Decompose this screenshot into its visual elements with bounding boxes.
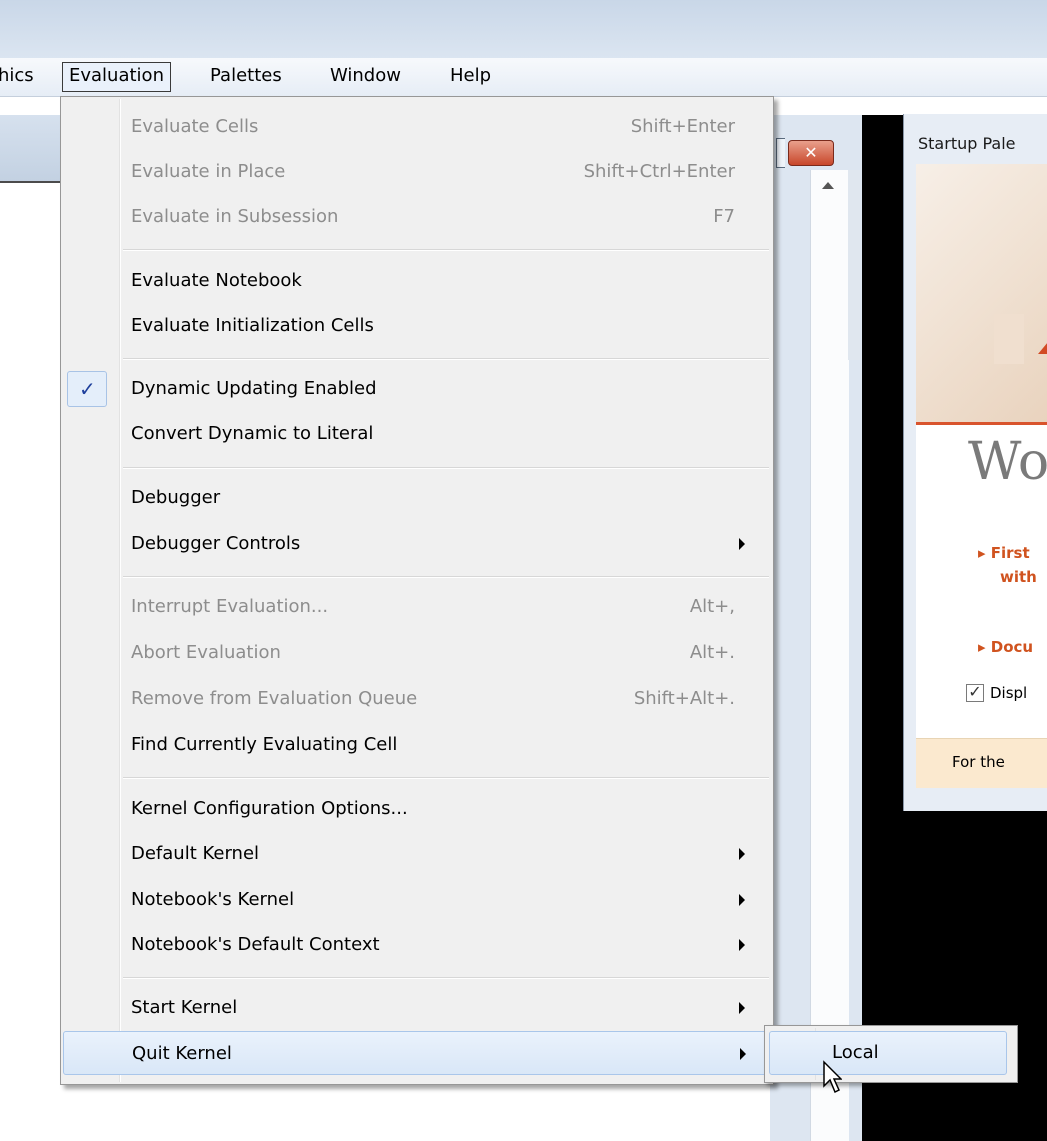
menu-item-label: Notebook's Kernel bbox=[131, 889, 295, 910]
menu-item-shortcut: Shift+Enter bbox=[630, 116, 735, 137]
menu-separator bbox=[123, 576, 769, 577]
menu-item-evaluate-in-subsession[interactable]: Evaluate in Subsession F7 bbox=[63, 195, 771, 239]
menu-item-shortcut: F7 bbox=[713, 206, 735, 227]
menu-item-find-currently-evaluating-cell[interactable]: Find Currently Evaluating Cell bbox=[63, 723, 771, 767]
menubar: hics Evaluation Palettes Window Help bbox=[0, 58, 1047, 97]
close-button[interactable]: ✕ bbox=[788, 140, 834, 166]
submenu-arrow-icon bbox=[739, 848, 745, 860]
menu-item-label: Start Kernel bbox=[131, 997, 238, 1018]
menu-item-label: Debugger bbox=[131, 487, 221, 508]
menu-item-dynamic-updating-enabled[interactable]: ✓ Dynamic Updating Enabled bbox=[63, 367, 771, 411]
palette-banner-image bbox=[916, 164, 1047, 425]
submenu-arrow-icon bbox=[739, 939, 745, 951]
menu-item-label: Abort Evaluation bbox=[131, 642, 281, 663]
menu-separator bbox=[123, 249, 769, 250]
menu-separator bbox=[123, 358, 769, 359]
menu-help[interactable]: Help bbox=[444, 62, 497, 90]
menu-separator bbox=[123, 467, 769, 468]
palette-title: Startup Pale bbox=[918, 134, 1016, 153]
palette-footer-text: For the bbox=[952, 753, 1005, 771]
menu-separator bbox=[123, 777, 769, 778]
menu-separator bbox=[123, 977, 769, 978]
quit-kernel-submenu: Local bbox=[764, 1025, 1018, 1083]
menu-window[interactable]: Window bbox=[324, 62, 407, 90]
submenu-item-local[interactable]: Local bbox=[769, 1031, 1007, 1075]
menu-item-shortcut: Shift+Ctrl+Enter bbox=[583, 161, 735, 182]
vertical-scrollbar[interactable] bbox=[810, 170, 849, 1141]
scroll-up-arrow-icon[interactable] bbox=[822, 182, 834, 189]
menu-item-label: Evaluate Notebook bbox=[131, 270, 302, 291]
menu-item-label: Interrupt Evaluation... bbox=[131, 596, 329, 617]
submenu-arrow-icon bbox=[739, 538, 745, 550]
startup-palette: Startup Pale Wo ▸ First with ▸ Docu ✓ Di… bbox=[903, 114, 1047, 811]
menu-item-label: Evaluate in Place bbox=[131, 161, 286, 182]
scrollbar-thumb[interactable] bbox=[848, 170, 860, 360]
submenu-arrow-icon bbox=[739, 1002, 745, 1014]
menu-item-debugger[interactable]: Debugger bbox=[63, 476, 771, 520]
palette-checkbox[interactable]: ✓ bbox=[966, 684, 984, 702]
menu-item-evaluate-in-place[interactable]: Evaluate in Place Shift+Ctrl+Enter bbox=[63, 150, 771, 194]
palette-link-first[interactable]: ▸ First bbox=[978, 544, 1030, 562]
menu-item-label: Debugger Controls bbox=[131, 533, 301, 554]
menu-item-evaluate-initialization-cells[interactable]: Evaluate Initialization Cells bbox=[63, 304, 771, 348]
mouse-pointer-icon bbox=[823, 1060, 842, 1094]
restore-button[interactable] bbox=[776, 138, 785, 168]
menu-item-default-kernel[interactable]: Default Kernel bbox=[63, 832, 771, 876]
window-titlebar bbox=[0, 0, 1047, 58]
checkmark-icon: ✓ bbox=[79, 377, 96, 401]
menu-item-abort-evaluation[interactable]: Abort Evaluation Alt+. bbox=[63, 631, 771, 675]
submenu-arrow-icon bbox=[740, 1048, 746, 1060]
menu-item-label: Evaluate Initialization Cells bbox=[131, 315, 374, 336]
menu-item-label: Remove from Evaluation Queue bbox=[131, 688, 418, 709]
menu-item-remove-from-evaluation-queue[interactable]: Remove from Evaluation Queue Shift+Alt+. bbox=[63, 677, 771, 721]
menu-item-notebooks-kernel[interactable]: Notebook's Kernel bbox=[63, 878, 771, 922]
menu-item-label: Notebook's Default Context bbox=[131, 934, 380, 955]
menu-item-label: Quit Kernel bbox=[132, 1043, 232, 1064]
submenu-arrow-icon bbox=[739, 894, 745, 906]
palette-footer: For the bbox=[916, 738, 1047, 788]
palette-link-first-line2[interactable]: with bbox=[1000, 568, 1037, 586]
menu-item-shortcut: Alt+. bbox=[689, 642, 735, 663]
palette-heading: Wo bbox=[968, 432, 1047, 492]
menu-item-evaluate-cells[interactable]: Evaluate Cells Shift+Enter bbox=[63, 105, 771, 149]
menu-item-label: Convert Dynamic to Literal bbox=[131, 423, 374, 444]
menu-evaluation[interactable]: Evaluation bbox=[62, 62, 171, 92]
menu-item-start-kernel[interactable]: Start Kernel bbox=[63, 986, 771, 1030]
menu-item-notebooks-default-context[interactable]: Notebook's Default Context bbox=[63, 923, 771, 967]
menu-item-label: Find Currently Evaluating Cell bbox=[131, 734, 398, 755]
palette-checkbox-label: Displ bbox=[990, 684, 1028, 702]
menu-item-label: Kernel Configuration Options... bbox=[131, 798, 408, 819]
menu-graphics[interactable]: hics bbox=[0, 62, 40, 90]
menu-item-kernel-configuration-options[interactable]: Kernel Configuration Options... bbox=[63, 787, 771, 831]
menu-item-label: Evaluate in Subsession bbox=[131, 206, 339, 227]
palette-link-docs[interactable]: ▸ Docu bbox=[978, 638, 1033, 656]
menu-item-shortcut: Alt+, bbox=[689, 596, 735, 617]
menu-item-label: Evaluate Cells bbox=[131, 116, 259, 137]
palette-content: Wo ▸ First with ▸ Docu ✓ Displ For the bbox=[916, 164, 1047, 788]
menu-item-label: Dynamic Updating Enabled bbox=[131, 378, 377, 399]
menu-item-quit-kernel[interactable]: Quit Kernel bbox=[63, 1031, 771, 1075]
menu-item-interrupt-evaluation[interactable]: Interrupt Evaluation... Alt+, bbox=[63, 585, 771, 629]
menu-item-evaluate-notebook[interactable]: Evaluate Notebook bbox=[63, 259, 771, 303]
notebook-titlebar bbox=[0, 115, 60, 183]
evaluation-menu: Evaluate Cells Shift+Enter Evaluate in P… bbox=[60, 96, 774, 1085]
menu-item-convert-dynamic-to-literal[interactable]: Convert Dynamic to Literal bbox=[63, 412, 771, 456]
menu-item-label: Default Kernel bbox=[131, 843, 260, 864]
menu-palettes[interactable]: Palettes bbox=[204, 62, 288, 90]
menu-item-shortcut: Shift+Alt+. bbox=[633, 688, 735, 709]
menu-item-debugger-controls[interactable]: Debugger Controls bbox=[63, 522, 771, 566]
